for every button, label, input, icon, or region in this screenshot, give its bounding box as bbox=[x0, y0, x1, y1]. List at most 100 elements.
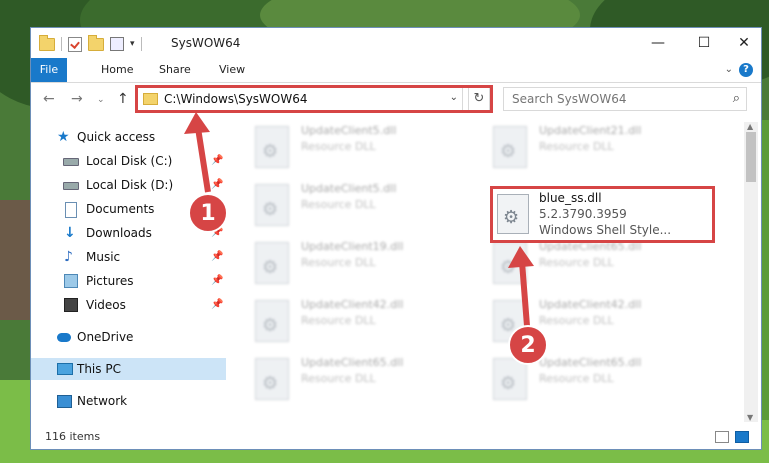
search-input[interactable] bbox=[510, 91, 714, 107]
network-icon bbox=[57, 395, 72, 408]
pictures-icon bbox=[64, 274, 78, 288]
sidebar-item-label: Videos bbox=[86, 298, 126, 312]
help-icon[interactable]: ? bbox=[739, 63, 753, 77]
maximize-button[interactable]: ☐ bbox=[689, 32, 719, 54]
file-tile[interactable]: UpdateClient42.dll Resource DLL bbox=[229, 294, 459, 350]
sidebar-item-local-disk-c[interactable]: Local Disk (C:) 📌 bbox=[31, 150, 226, 172]
navigation-pane: ★ Quick access Local Disk (C:) 📌 Local D… bbox=[31, 120, 226, 420]
pin-icon[interactable]: 📌 bbox=[211, 246, 223, 268]
tab-view[interactable]: View bbox=[209, 58, 255, 82]
window-title: SysWOW64 bbox=[171, 36, 241, 50]
file-version: 5.2.3790.3959 bbox=[539, 207, 627, 221]
cloud-icon bbox=[57, 333, 71, 342]
file-description: Resource DLL bbox=[539, 314, 614, 327]
file-tile[interactable]: UpdateClient5.dll Resource DLL bbox=[229, 178, 459, 234]
chevron-down-icon[interactable]: ▾ bbox=[130, 39, 135, 49]
file-name: UpdateClient19.dll bbox=[301, 240, 404, 253]
dll-file-icon bbox=[255, 358, 289, 400]
scroll-thumb[interactable] bbox=[746, 132, 756, 182]
sidebar-item-quick-access[interactable]: ★ Quick access bbox=[31, 126, 226, 148]
chevron-down-icon[interactable]: ⌄ bbox=[725, 64, 733, 75]
dll-file-icon bbox=[255, 184, 289, 226]
pin-icon[interactable]: 📌 bbox=[211, 294, 223, 316]
sidebar-item-label: Local Disk (D:) bbox=[86, 178, 174, 192]
sidebar-item-label: Music bbox=[86, 250, 121, 264]
pc-icon bbox=[57, 363, 73, 375]
sidebar-item-this-pc[interactable]: This PC bbox=[31, 358, 226, 380]
quick-access-toolbar: ▾ bbox=[39, 34, 142, 53]
file-tile[interactable]: UpdateClient65.dll Resource DLL bbox=[467, 236, 697, 292]
file-tile[interactable]: UpdateClient65.dll Resource DLL bbox=[229, 352, 459, 408]
tab-home[interactable]: Home bbox=[91, 58, 143, 82]
pin-icon[interactable]: 📌 bbox=[211, 270, 223, 292]
recent-locations-chevron-icon[interactable]: ⌄ bbox=[97, 95, 105, 105]
highlighted-file-blue-ss-dll[interactable]: blue_ss.dll 5.2.3790.3959 Windows Shell … bbox=[490, 186, 715, 243]
up-arrow-icon[interactable]: ↑ bbox=[117, 91, 129, 107]
dll-file-icon bbox=[493, 242, 527, 284]
back-arrow-icon[interactable]: ← bbox=[43, 91, 55, 107]
forward-arrow-icon[interactable]: → bbox=[71, 91, 83, 107]
file-name: UpdateClient5.dll bbox=[301, 124, 397, 137]
file-tile[interactable]: UpdateClient21.dll Resource DLL bbox=[467, 120, 697, 176]
address-highlight-box bbox=[135, 85, 493, 113]
file-tile[interactable]: UpdateClient65.dll Resource DLL bbox=[467, 352, 697, 408]
search-box[interactable]: ⌕ bbox=[503, 87, 747, 111]
explorer-window: ▾ SysWOW64 — ☐ ✕ File Home Share View ⌄ … bbox=[30, 27, 762, 450]
file-list: UpdateClient5.dll Resource DLL UpdateCli… bbox=[227, 120, 745, 420]
sidebar-item-local-disk-d[interactable]: Local Disk (D:) 📌 bbox=[31, 174, 226, 196]
sidebar-item-label: Local Disk (C:) bbox=[86, 154, 173, 168]
pin-icon[interactable]: 📌 bbox=[211, 150, 223, 172]
customize-toolbar-icon[interactable] bbox=[110, 37, 124, 51]
file-name: UpdateClient42.dll bbox=[539, 298, 642, 311]
callout-badge-2: 2 bbox=[508, 325, 548, 365]
sidebar-item-label: OneDrive bbox=[77, 330, 134, 344]
file-name: UpdateClient5.dll bbox=[301, 182, 397, 195]
file-tile[interactable]: UpdateClient42.dll Resource DLL bbox=[467, 294, 697, 350]
properties-check-icon[interactable] bbox=[68, 36, 82, 52]
scroll-up-icon[interactable]: ▲ bbox=[747, 122, 753, 131]
view-toggle bbox=[715, 431, 749, 443]
ribbon-tabs: File Home Share View ⌄ ? bbox=[31, 58, 761, 83]
details-view-icon[interactable] bbox=[715, 431, 729, 443]
minimize-button[interactable]: — bbox=[643, 32, 673, 54]
sidebar-item-pictures[interactable]: Pictures 📌 bbox=[31, 270, 226, 292]
sidebar-item-label: Pictures bbox=[86, 274, 134, 288]
file-tile[interactable]: UpdateClient5.dll Resource DLL bbox=[229, 120, 459, 176]
close-button[interactable]: ✕ bbox=[729, 32, 759, 54]
file-name: UpdateClient65.dll bbox=[301, 356, 404, 369]
dll-file-icon bbox=[255, 242, 289, 284]
file-name: UpdateClient21.dll bbox=[539, 124, 642, 137]
tab-share[interactable]: Share bbox=[149, 58, 201, 82]
search-icon[interactable]: ⌕ bbox=[733, 91, 740, 106]
disk-icon bbox=[63, 182, 79, 190]
new-folder-icon[interactable] bbox=[88, 34, 104, 51]
status-bar: 116 items bbox=[31, 426, 761, 450]
dll-file-icon bbox=[255, 126, 289, 168]
sidebar-item-label: Downloads bbox=[86, 226, 152, 240]
music-icon: ♪ bbox=[64, 249, 73, 265]
download-icon: ↓ bbox=[64, 225, 76, 241]
vertical-scrollbar[interactable]: ▲ ▼ bbox=[744, 122, 758, 422]
large-icons-view-icon[interactable] bbox=[735, 431, 749, 443]
sidebar-item-onedrive[interactable]: OneDrive bbox=[31, 326, 226, 348]
folder-icon[interactable] bbox=[39, 34, 55, 51]
file-name: UpdateClient65.dll bbox=[539, 356, 642, 369]
file-description: Resource DLL bbox=[301, 198, 376, 211]
title-bar: ▾ SysWOW64 — ☐ ✕ bbox=[31, 28, 761, 58]
item-count: 116 items bbox=[45, 430, 101, 443]
dll-file-icon bbox=[255, 300, 289, 342]
file-description: Resource DLL bbox=[539, 140, 614, 153]
file-name: UpdateClient42.dll bbox=[301, 298, 404, 311]
sidebar-item-label: Quick access bbox=[77, 130, 156, 144]
scroll-down-icon[interactable]: ▼ bbox=[747, 413, 753, 422]
file-tile[interactable]: UpdateClient19.dll Resource DLL bbox=[229, 236, 459, 292]
file-description: Resource DLL bbox=[301, 256, 376, 269]
sidebar-item-label: Documents bbox=[86, 202, 155, 216]
callout-badge-1: 1 bbox=[188, 193, 228, 233]
sidebar-item-videos[interactable]: Videos 📌 bbox=[31, 294, 226, 316]
tab-file[interactable]: File bbox=[31, 58, 67, 82]
sidebar-item-music[interactable]: ♪ Music 📌 bbox=[31, 246, 226, 268]
sidebar-item-label: Network bbox=[77, 394, 128, 408]
toolbar-divider bbox=[140, 37, 142, 51]
sidebar-item-network[interactable]: Network bbox=[31, 390, 226, 412]
